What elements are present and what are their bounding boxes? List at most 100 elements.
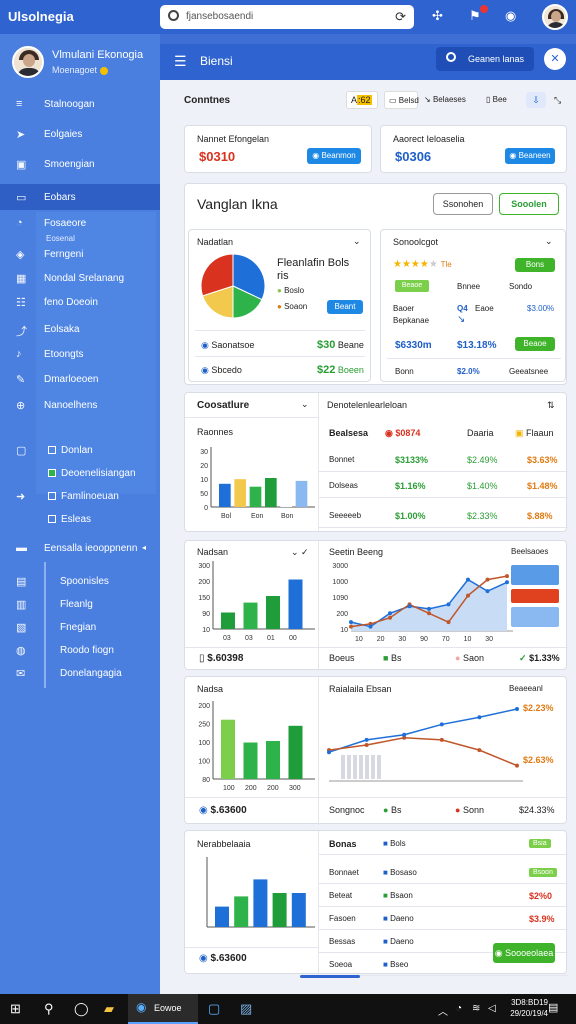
globe-icon: ⊕ bbox=[16, 400, 26, 412]
bar-chart: 200 250 100 100 80 100 200 200 300 bbox=[198, 701, 315, 792]
network-icon[interactable]: ◔ bbox=[456, 1003, 462, 1014]
toolbar-chip-2[interactable]: ▭ Belsd bbox=[384, 91, 419, 109]
sidebar-item-4[interactable]: ▭ Eobars bbox=[0, 184, 160, 210]
edit-icon: ✎ bbox=[16, 374, 26, 386]
clock[interactable]: 3D8:BD19 29/20/19/4 bbox=[510, 997, 548, 1019]
checkbox-checked[interactable] bbox=[48, 469, 56, 478]
scroll-indicator[interactable] bbox=[300, 975, 360, 978]
toolbar-chip-4[interactable]: ▯ Bee bbox=[486, 95, 507, 104]
data-point bbox=[466, 593, 470, 598]
group2-header[interactable]: ▬ Eensalla ieooppnenn ◂ bbox=[0, 535, 160, 561]
header-action-button[interactable]: Geanen lanas bbox=[436, 47, 534, 71]
chevron-down-icon[interactable]: ⌄ ✓ bbox=[291, 547, 309, 558]
status-tag: Bsia bbox=[529, 839, 551, 848]
search-icon[interactable]: ⚲ bbox=[44, 1001, 54, 1017]
tick-label: 300 bbox=[289, 785, 301, 792]
puzzle-icon[interactable]: ✣ bbox=[432, 8, 443, 24]
sidebar-item-2[interactable]: ➤ Eolgaies bbox=[0, 121, 160, 147]
sidebar-item-7[interactable]: ◈ Ferngeni bbox=[0, 241, 160, 267]
checkbox[interactable] bbox=[48, 446, 56, 455]
panel-button-1[interactable]: Ssonohen bbox=[433, 193, 493, 215]
windows-start-icon[interactable]: ⊞ bbox=[10, 1001, 21, 1017]
tick-label: 20 bbox=[377, 636, 385, 643]
card-title: Nadsan bbox=[197, 547, 229, 557]
sort-icon[interactable]: ⇅ bbox=[547, 400, 555, 411]
window-icon[interactable]: ▢ bbox=[208, 1001, 220, 1017]
kpi-button[interactable]: ◉ Beaneen bbox=[505, 148, 555, 164]
checkbox[interactable] bbox=[48, 492, 56, 501]
side-tag-red[interactable] bbox=[511, 589, 559, 603]
chat-icon[interactable]: ◯ bbox=[74, 1001, 89, 1017]
hamburger-icon[interactable]: ☰ bbox=[174, 53, 187, 70]
page-title: Biensi bbox=[200, 54, 233, 68]
legend-title: Fleanlafin Bols ris bbox=[277, 257, 350, 282]
kpi-button[interactable]: ◉ Beanmon bbox=[307, 148, 361, 164]
bar bbox=[280, 489, 292, 507]
legend-item-2: ● Soaon bbox=[277, 302, 308, 311]
volume-icon[interactable]: ◁ bbox=[488, 1003, 496, 1014]
profile-avatar[interactable] bbox=[12, 46, 44, 78]
bar bbox=[249, 486, 262, 507]
side-tag-blue[interactable] bbox=[511, 565, 559, 585]
list-item-label: Soeoa bbox=[329, 960, 353, 969]
chevron-down-icon[interactable]: ⌄ bbox=[353, 236, 361, 247]
rating-stars: ★★★★★ Tle bbox=[393, 259, 452, 270]
tick-label: 200 bbox=[336, 611, 348, 618]
sidebar-item-11[interactable]: ♪ Etoongts bbox=[0, 341, 160, 367]
tick-label: 10 bbox=[202, 627, 210, 634]
table-cell: $1.16% bbox=[395, 481, 426, 491]
checkbox[interactable] bbox=[48, 515, 56, 524]
share-icon: ⤴ bbox=[16, 326, 27, 338]
chevron-down-icon[interactable]: ⌄ bbox=[301, 399, 309, 410]
link-2[interactable]: Sondo bbox=[509, 282, 532, 291]
toolbar-chip-1[interactable]: A:62 bbox=[346, 91, 378, 109]
primary-action-button[interactable]: ◉ Soooeolaea bbox=[493, 943, 555, 963]
bar bbox=[265, 478, 277, 507]
sidebar-item-10[interactable]: ⤴ Eolsaka bbox=[0, 316, 160, 342]
sidebar-item-8[interactable]: ▦ Nondal Srelanang bbox=[0, 265, 160, 291]
group2-item-5[interactable]: ✉ Donelangagia bbox=[0, 660, 160, 686]
data-point bbox=[505, 574, 509, 579]
bar-chart: 300 200 150 90 10 03 03 01 00 bbox=[198, 561, 315, 642]
card-title: Nerabbelaaia bbox=[197, 839, 251, 849]
legend-item-1: ● Boslo bbox=[277, 286, 305, 295]
expand-icon[interactable]: ⤡ bbox=[554, 95, 561, 106]
tag-button-2[interactable]: Beaoe bbox=[395, 280, 429, 292]
sidebar-item-9[interactable]: ☷ feno Doeoin bbox=[0, 289, 160, 315]
panel-button-2[interactable]: Sooolen bbox=[499, 193, 559, 215]
data-point bbox=[466, 577, 470, 582]
refresh-icon[interactable]: ⟳ bbox=[395, 9, 406, 25]
list-item-chip: ■ Bols bbox=[383, 839, 406, 848]
group1-item-4[interactable]: Esleas bbox=[0, 506, 160, 532]
folder-icon[interactable]: ▰ bbox=[104, 1001, 114, 1017]
side-tag-blue-2[interactable] bbox=[511, 607, 559, 627]
toolbar-chip-3[interactable]: ↘ Belaeses bbox=[424, 95, 466, 104]
globe-icon: ◍ bbox=[16, 645, 26, 657]
sidebar-item-5[interactable]: ◔ Fosaeore bbox=[0, 210, 160, 236]
download-icon[interactable]: ⇩ bbox=[526, 92, 546, 108]
sidebar-item-12[interactable]: ✎ Dmarloeoen bbox=[0, 366, 160, 392]
status-value: $2%0 bbox=[529, 891, 553, 901]
list-item-chip: ■ Bosaso bbox=[383, 868, 417, 877]
sidebar-item-13[interactable]: ⊕ Nanoelhens bbox=[0, 392, 160, 418]
tag-button-1[interactable]: Bons bbox=[515, 258, 555, 272]
wifi-icon[interactable]: ≋ bbox=[472, 1003, 480, 1014]
chevron-down-icon[interactable]: ⌄ bbox=[545, 236, 553, 247]
close-icon[interactable]: ✕ bbox=[544, 48, 566, 70]
search-input[interactable]: fjansebosaendi ⟳ bbox=[160, 5, 414, 29]
app-icon[interactable]: ▨ bbox=[240, 1001, 252, 1017]
grid-icon: ▦ bbox=[16, 273, 27, 285]
link-1[interactable]: Bnnee bbox=[457, 282, 480, 291]
taskbar-app[interactable]: ◉ Eowoe bbox=[128, 994, 198, 1024]
collapse-icon[interactable]: ◂ bbox=[142, 543, 146, 552]
sidebar-item-1[interactable]: ≡ Stalnoogan bbox=[0, 91, 160, 117]
settings-icon[interactable]: ◉ bbox=[505, 8, 516, 24]
notification-icon[interactable]: ▤ bbox=[548, 1001, 558, 1014]
sidebar-item-3[interactable]: ▣ Smoengian bbox=[0, 151, 160, 177]
tick-label: 30 bbox=[200, 449, 208, 456]
chevron-up-icon[interactable]: ︿ bbox=[438, 1003, 448, 1018]
action-button[interactable]: Beaoe bbox=[515, 337, 555, 351]
avatar[interactable] bbox=[542, 4, 568, 30]
bell-icon[interactable]: ⚑ bbox=[469, 8, 481, 24]
legend-button[interactable]: Beant bbox=[327, 300, 363, 314]
